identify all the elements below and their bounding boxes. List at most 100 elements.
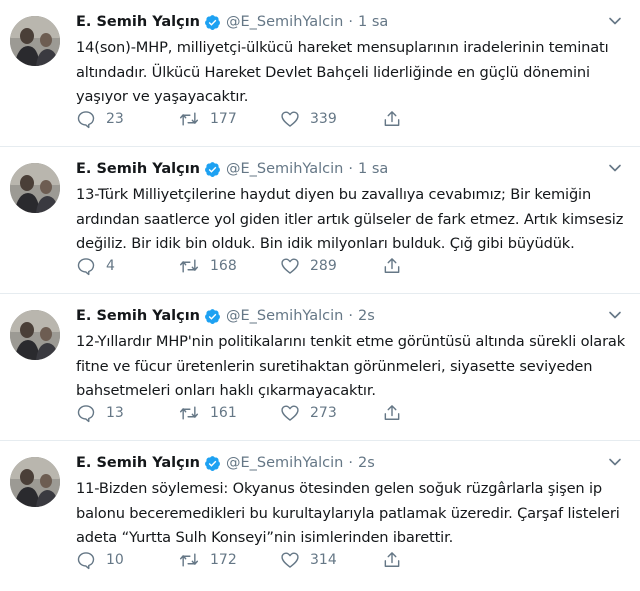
tweet-actions: 4 168 289 xyxy=(76,255,484,277)
tweet-header: E. Semih Yalçın @E_SemihYalcin · 2s xyxy=(76,306,375,326)
tweet-text-line: fitne ve fücur üretenlerin suretihaktan … xyxy=(76,357,593,375)
chevron-down-icon[interactable] xyxy=(608,308,622,322)
tweet-text-line: altındadır. Ülkücü Hareket Devlet Bahçel… xyxy=(76,63,590,81)
like-count: 339 xyxy=(310,111,337,127)
tweet-actions: 13 161 273 xyxy=(76,402,484,424)
author-handle[interactable]: @E_SemihYalcin xyxy=(226,455,343,471)
like-button[interactable]: 339 xyxy=(280,109,382,129)
share-icon xyxy=(384,111,400,126)
reply-icon xyxy=(77,405,95,423)
verified-badge-icon xyxy=(205,455,220,471)
tweet-text-line: 11-Bizden söylemesi: Okyanus ötesinden g… xyxy=(76,480,603,497)
retweet-icon xyxy=(179,553,199,567)
separator-dot: · xyxy=(348,161,353,177)
tweet-text-line: 14(son)-MHP, milliyetçi-ülkücü hareket m… xyxy=(76,39,609,56)
tweet-time[interactable]: 1 sa xyxy=(358,14,388,30)
avatar[interactable] xyxy=(10,310,60,360)
tweet-text-line: ardından saatlerce yol giden itler artık… xyxy=(76,210,624,228)
heart-icon xyxy=(281,552,299,568)
author-handle[interactable]: @E_SemihYalcin xyxy=(226,161,343,177)
chevron-down-icon[interactable] xyxy=(608,161,622,175)
retweet-count: 177 xyxy=(210,111,237,127)
tweet-text-line: balonu beceremedikleri bu kurultaylarıyl… xyxy=(76,504,620,522)
heart-icon xyxy=(281,111,299,127)
tweet-text: 14(son)-MHP, milliyetçi-ülkücü hareket m… xyxy=(76,36,626,110)
share-button[interactable] xyxy=(382,109,484,129)
tweet-time[interactable]: 2s xyxy=(358,455,375,471)
retweet-button[interactable]: 177 xyxy=(178,109,280,129)
author-handle[interactable]: @E_SemihYalcin xyxy=(226,14,343,30)
tweet-header: E. Semih Yalçın @E_SemihYalcin · 2s xyxy=(76,453,375,473)
verified-badge-icon xyxy=(205,14,220,30)
share-button[interactable] xyxy=(382,403,484,423)
tweet-feed: E. Semih Yalçın @E_SemihYalcin · 1 sa 14… xyxy=(0,0,640,588)
share-button[interactable] xyxy=(382,256,484,276)
tweet-text-line: yaşıyor ve yaşayacaktır. xyxy=(76,88,249,105)
retweet-button[interactable]: 172 xyxy=(178,550,280,570)
tweet-text-line: adeta “Yurtta Sulh Konseyi”nin isimlerin… xyxy=(76,529,454,546)
tweet-time[interactable]: 2s xyxy=(358,308,375,324)
author-name[interactable]: E. Semih Yalçın xyxy=(76,455,200,471)
author-name[interactable]: E. Semih Yalçın xyxy=(76,14,200,30)
like-count: 273 xyxy=(310,405,337,421)
avatar[interactable] xyxy=(10,457,60,507)
tweet-time[interactable]: 1 sa xyxy=(358,161,388,177)
retweet-count: 161 xyxy=(210,405,237,421)
heart-icon xyxy=(281,405,299,421)
tweet-text-line: 13-Türk Milliyetçilerine haydut diyen bu… xyxy=(76,186,592,203)
retweet-icon xyxy=(179,259,199,273)
tweet[interactable]: E. Semih Yalçın @E_SemihYalcin · 1 sa 13… xyxy=(0,147,640,294)
reply-button[interactable]: 4 xyxy=(76,256,178,276)
retweet-count: 172 xyxy=(210,552,237,568)
share-icon xyxy=(384,552,400,567)
tweet-header: E. Semih Yalçın @E_SemihYalcin · 1 sa xyxy=(76,159,388,179)
reply-icon xyxy=(77,552,95,570)
reply-count: 13 xyxy=(106,405,124,421)
reply-button[interactable]: 10 xyxy=(76,550,178,570)
reply-icon xyxy=(77,111,95,129)
tweet[interactable]: E. Semih Yalçın @E_SemihYalcin · 2s 12-Y… xyxy=(0,294,640,441)
separator-dot: · xyxy=(348,308,353,324)
tweet-text: 13-Türk Milliyetçilerine haydut diyen bu… xyxy=(76,183,626,257)
retweet-icon xyxy=(179,406,199,420)
avatar[interactable] xyxy=(10,163,60,213)
like-button[interactable]: 314 xyxy=(280,550,382,570)
author-name[interactable]: E. Semih Yalçın xyxy=(76,308,200,324)
share-button[interactable] xyxy=(382,550,484,570)
separator-dot: · xyxy=(348,14,353,30)
heart-icon xyxy=(281,258,299,274)
retweet-count: 168 xyxy=(210,258,237,274)
like-button[interactable]: 289 xyxy=(280,256,382,276)
author-name[interactable]: E. Semih Yalçın xyxy=(76,161,200,177)
tweet[interactable]: E. Semih Yalçın @E_SemihYalcin · 1 sa 14… xyxy=(0,0,640,147)
share-icon xyxy=(384,258,400,273)
tweet-text-line: değiliz. Bir idik bin olduk. Bin idik mi… xyxy=(76,235,575,252)
chevron-down-icon[interactable] xyxy=(608,14,622,28)
avatar[interactable] xyxy=(10,16,60,66)
tweet-text-line: 12-Yıllardır MHP'nin politikalarını tenk… xyxy=(76,333,626,350)
like-button[interactable]: 273 xyxy=(280,403,382,423)
tweet-text: 12-Yıllardır MHP'nin politikalarını tenk… xyxy=(76,330,626,404)
reply-count: 4 xyxy=(106,258,115,274)
chevron-down-icon[interactable] xyxy=(608,455,622,469)
reply-button[interactable]: 13 xyxy=(76,403,178,423)
separator-dot: · xyxy=(348,455,353,471)
retweet-icon xyxy=(179,112,199,126)
verified-badge-icon xyxy=(205,308,220,324)
reply-button[interactable]: 23 xyxy=(76,109,178,129)
tweet-header: E. Semih Yalçın @E_SemihYalcin · 1 sa xyxy=(76,12,388,32)
tweet-text: 11-Bizden söylemesi: Okyanus ötesinden g… xyxy=(76,477,626,551)
tweet-actions: 23 177 339 xyxy=(76,108,484,130)
tweet[interactable]: E. Semih Yalçın @E_SemihYalcin · 2s 11-B… xyxy=(0,441,640,588)
author-handle[interactable]: @E_SemihYalcin xyxy=(226,308,343,324)
retweet-button[interactable]: 161 xyxy=(178,403,280,423)
tweet-text-line: bahsetmeleri onları haklı çıkarmayacaktı… xyxy=(76,382,376,399)
reply-count: 23 xyxy=(106,111,124,127)
retweet-button[interactable]: 168 xyxy=(178,256,280,276)
like-count: 289 xyxy=(310,258,337,274)
share-icon xyxy=(384,405,400,420)
reply-icon xyxy=(77,258,95,276)
reply-count: 10 xyxy=(106,552,124,568)
tweet-actions: 10 172 314 xyxy=(76,549,484,571)
like-count: 314 xyxy=(310,552,337,568)
